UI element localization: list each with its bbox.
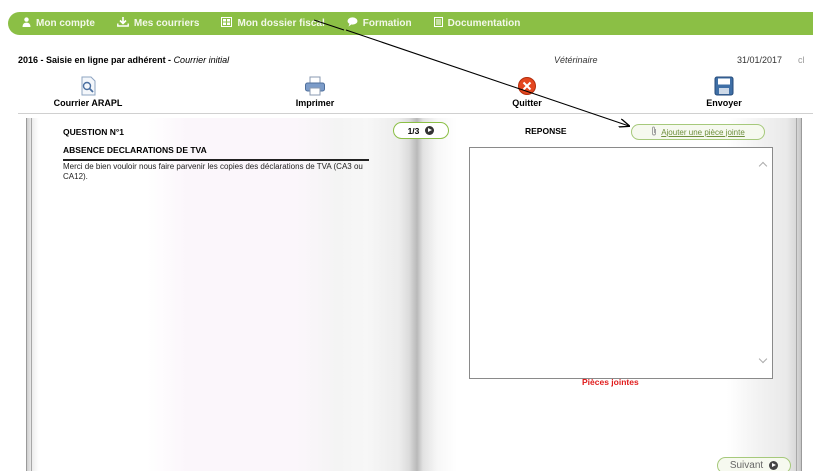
envoyer-label: Envoyer bbox=[706, 98, 742, 108]
envoyer-button[interactable]: Envoyer bbox=[669, 74, 779, 108]
close-icon bbox=[516, 76, 538, 96]
page-title-main: 2016 - Saisie en ligne par adhérent - bbox=[18, 55, 174, 65]
nav-documentation[interactable]: Documentation bbox=[433, 17, 521, 30]
imprimer-button[interactable]: Imprimer bbox=[260, 74, 370, 108]
info-row: 2016 - Saisie en ligne par adhérent - Co… bbox=[0, 55, 813, 69]
quitter-label: Quitter bbox=[512, 98, 542, 108]
nav-mon-compte[interactable]: Mon compte bbox=[22, 17, 95, 30]
arrow-right-circle-icon[interactable] bbox=[425, 126, 435, 135]
courrier-arapl-button[interactable]: Courrier ARAPL bbox=[33, 74, 143, 108]
top-nav: Mon compte Mes courriers Mon dossier fis… bbox=[8, 12, 813, 35]
nav-label: Formation bbox=[362, 18, 412, 29]
question-number: QUESTION N°1 bbox=[63, 127, 125, 137]
toolbar: Courrier ARAPL Imprimer Quitter Envoyer bbox=[18, 74, 813, 114]
profession-label: Vétérinaire bbox=[554, 55, 598, 65]
arrow-right-circle-icon bbox=[769, 461, 779, 470]
add-attachment-label: Ajouter une pièce jointe bbox=[661, 127, 745, 137]
nav-label: Mes courriers bbox=[133, 18, 200, 29]
user-icon bbox=[22, 17, 31, 30]
speech-bubble-icon bbox=[347, 17, 358, 30]
reponse-heading: REPONSE bbox=[525, 126, 567, 136]
question-book: QUESTION N°1 ABSENCE DECLARATIONS DE TVA… bbox=[26, 118, 802, 471]
save-disk-icon bbox=[713, 76, 735, 96]
answer-textarea[interactable] bbox=[469, 147, 773, 379]
download-icon bbox=[116, 17, 129, 30]
nav-mon-dossier-fiscal[interactable]: Mon dossier fiscal bbox=[221, 17, 325, 30]
nav-mes-courriers[interactable]: Mes courriers bbox=[116, 17, 200, 30]
nav-label: Mon compte bbox=[36, 18, 95, 29]
quitter-button[interactable]: Quitter bbox=[472, 74, 582, 108]
nav-label: Documentation bbox=[447, 18, 521, 29]
page-indicator-text: 1/3 bbox=[407, 125, 420, 136]
attachments-label: Pièces jointes bbox=[582, 377, 639, 387]
imprimer-label: Imprimer bbox=[295, 98, 335, 108]
scroll-up-icon[interactable] bbox=[758, 161, 768, 171]
question-text: Merci de bien vouloir nous faire parveni… bbox=[63, 162, 363, 181]
paperclip-icon bbox=[651, 126, 657, 138]
nav-formation[interactable]: Formation bbox=[347, 17, 412, 30]
page-indicator[interactable]: 1/3 bbox=[393, 122, 449, 139]
next-button[interactable]: Suivant bbox=[717, 457, 791, 471]
document-icon bbox=[433, 17, 443, 30]
page-title: 2016 - Saisie en ligne par adhérent - Co… bbox=[18, 55, 229, 65]
printer-icon bbox=[304, 76, 326, 96]
question-title: ABSENCE DECLARATIONS DE TVA bbox=[63, 145, 369, 161]
scroll-down-icon[interactable] bbox=[758, 354, 768, 364]
courrier-arapl-label: Courrier ARAPL bbox=[53, 98, 123, 108]
date-label: 31/01/2017 bbox=[737, 55, 783, 65]
nav-label: Mon dossier fiscal bbox=[237, 18, 325, 29]
add-attachment-button[interactable]: Ajouter une pièce jointe bbox=[631, 124, 765, 140]
page-subtitle: Courrier initial bbox=[173, 55, 230, 65]
folder-icon bbox=[221, 17, 233, 30]
next-label: Suivant bbox=[729, 460, 764, 471]
document-magnifier-icon bbox=[77, 76, 99, 96]
truncated-label: cl bbox=[798, 55, 805, 65]
